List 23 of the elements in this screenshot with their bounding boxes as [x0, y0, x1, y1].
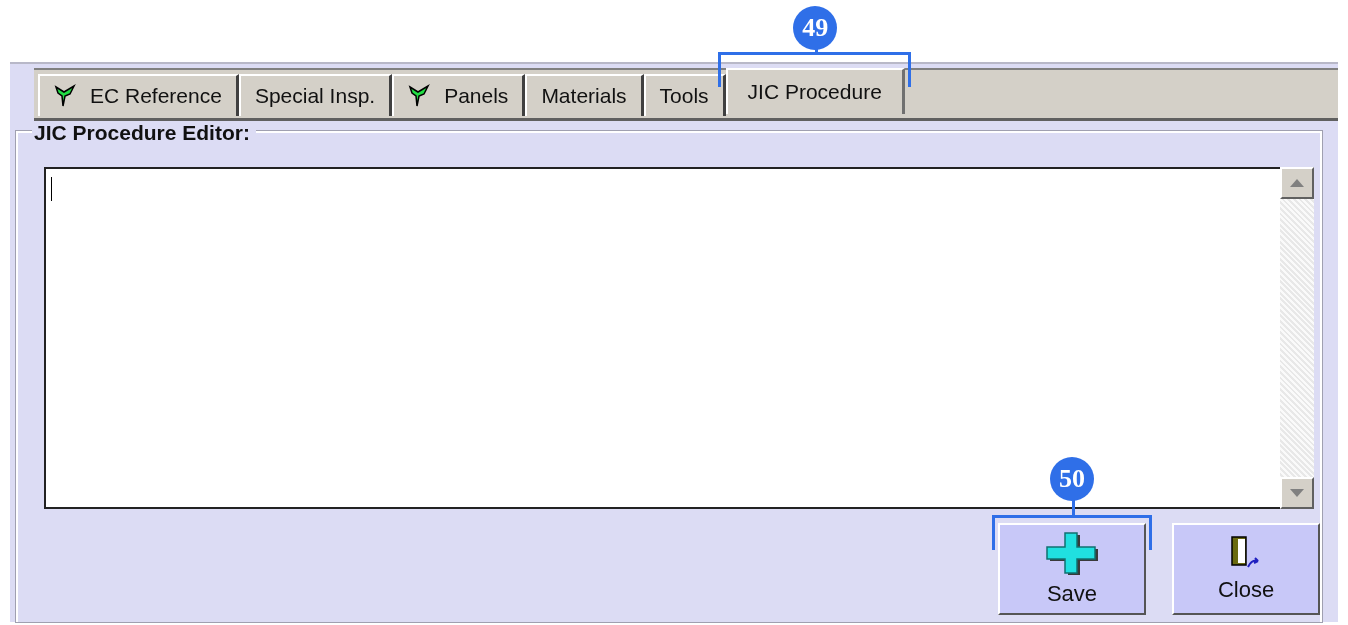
tab-label: Tools	[659, 84, 709, 108]
close-button[interactable]: Close	[1172, 523, 1320, 615]
text-cursor	[51, 177, 52, 201]
tab[interactable]: JIC Procedure	[725, 68, 905, 114]
leaf-icon	[408, 84, 431, 108]
tab[interactable]: Special Insp.	[238, 74, 393, 116]
tab-label: Panels	[444, 84, 509, 108]
scroll-down-icon[interactable]	[1290, 489, 1304, 497]
tab-label: JIC Procedure	[747, 80, 882, 104]
tab[interactable]: Materials	[525, 74, 644, 116]
tab[interactable]: Panels	[392, 74, 526, 116]
save-button[interactable]: Save	[998, 523, 1146, 615]
tab-label: Materials	[541, 84, 627, 108]
callout-badge: 49	[793, 6, 838, 50]
scroll-up-icon[interactable]	[1290, 179, 1304, 187]
callout-line	[1072, 499, 1075, 517]
tab-label: EC Reference	[90, 84, 222, 108]
leaf-icon	[54, 84, 76, 108]
tab[interactable]: Tools	[643, 74, 726, 116]
tab-label: Special Insp.	[254, 84, 376, 108]
scrollbar[interactable]	[1280, 167, 1314, 509]
plus-icon	[1045, 531, 1099, 575]
tab[interactable]: EC Reference	[38, 74, 239, 116]
